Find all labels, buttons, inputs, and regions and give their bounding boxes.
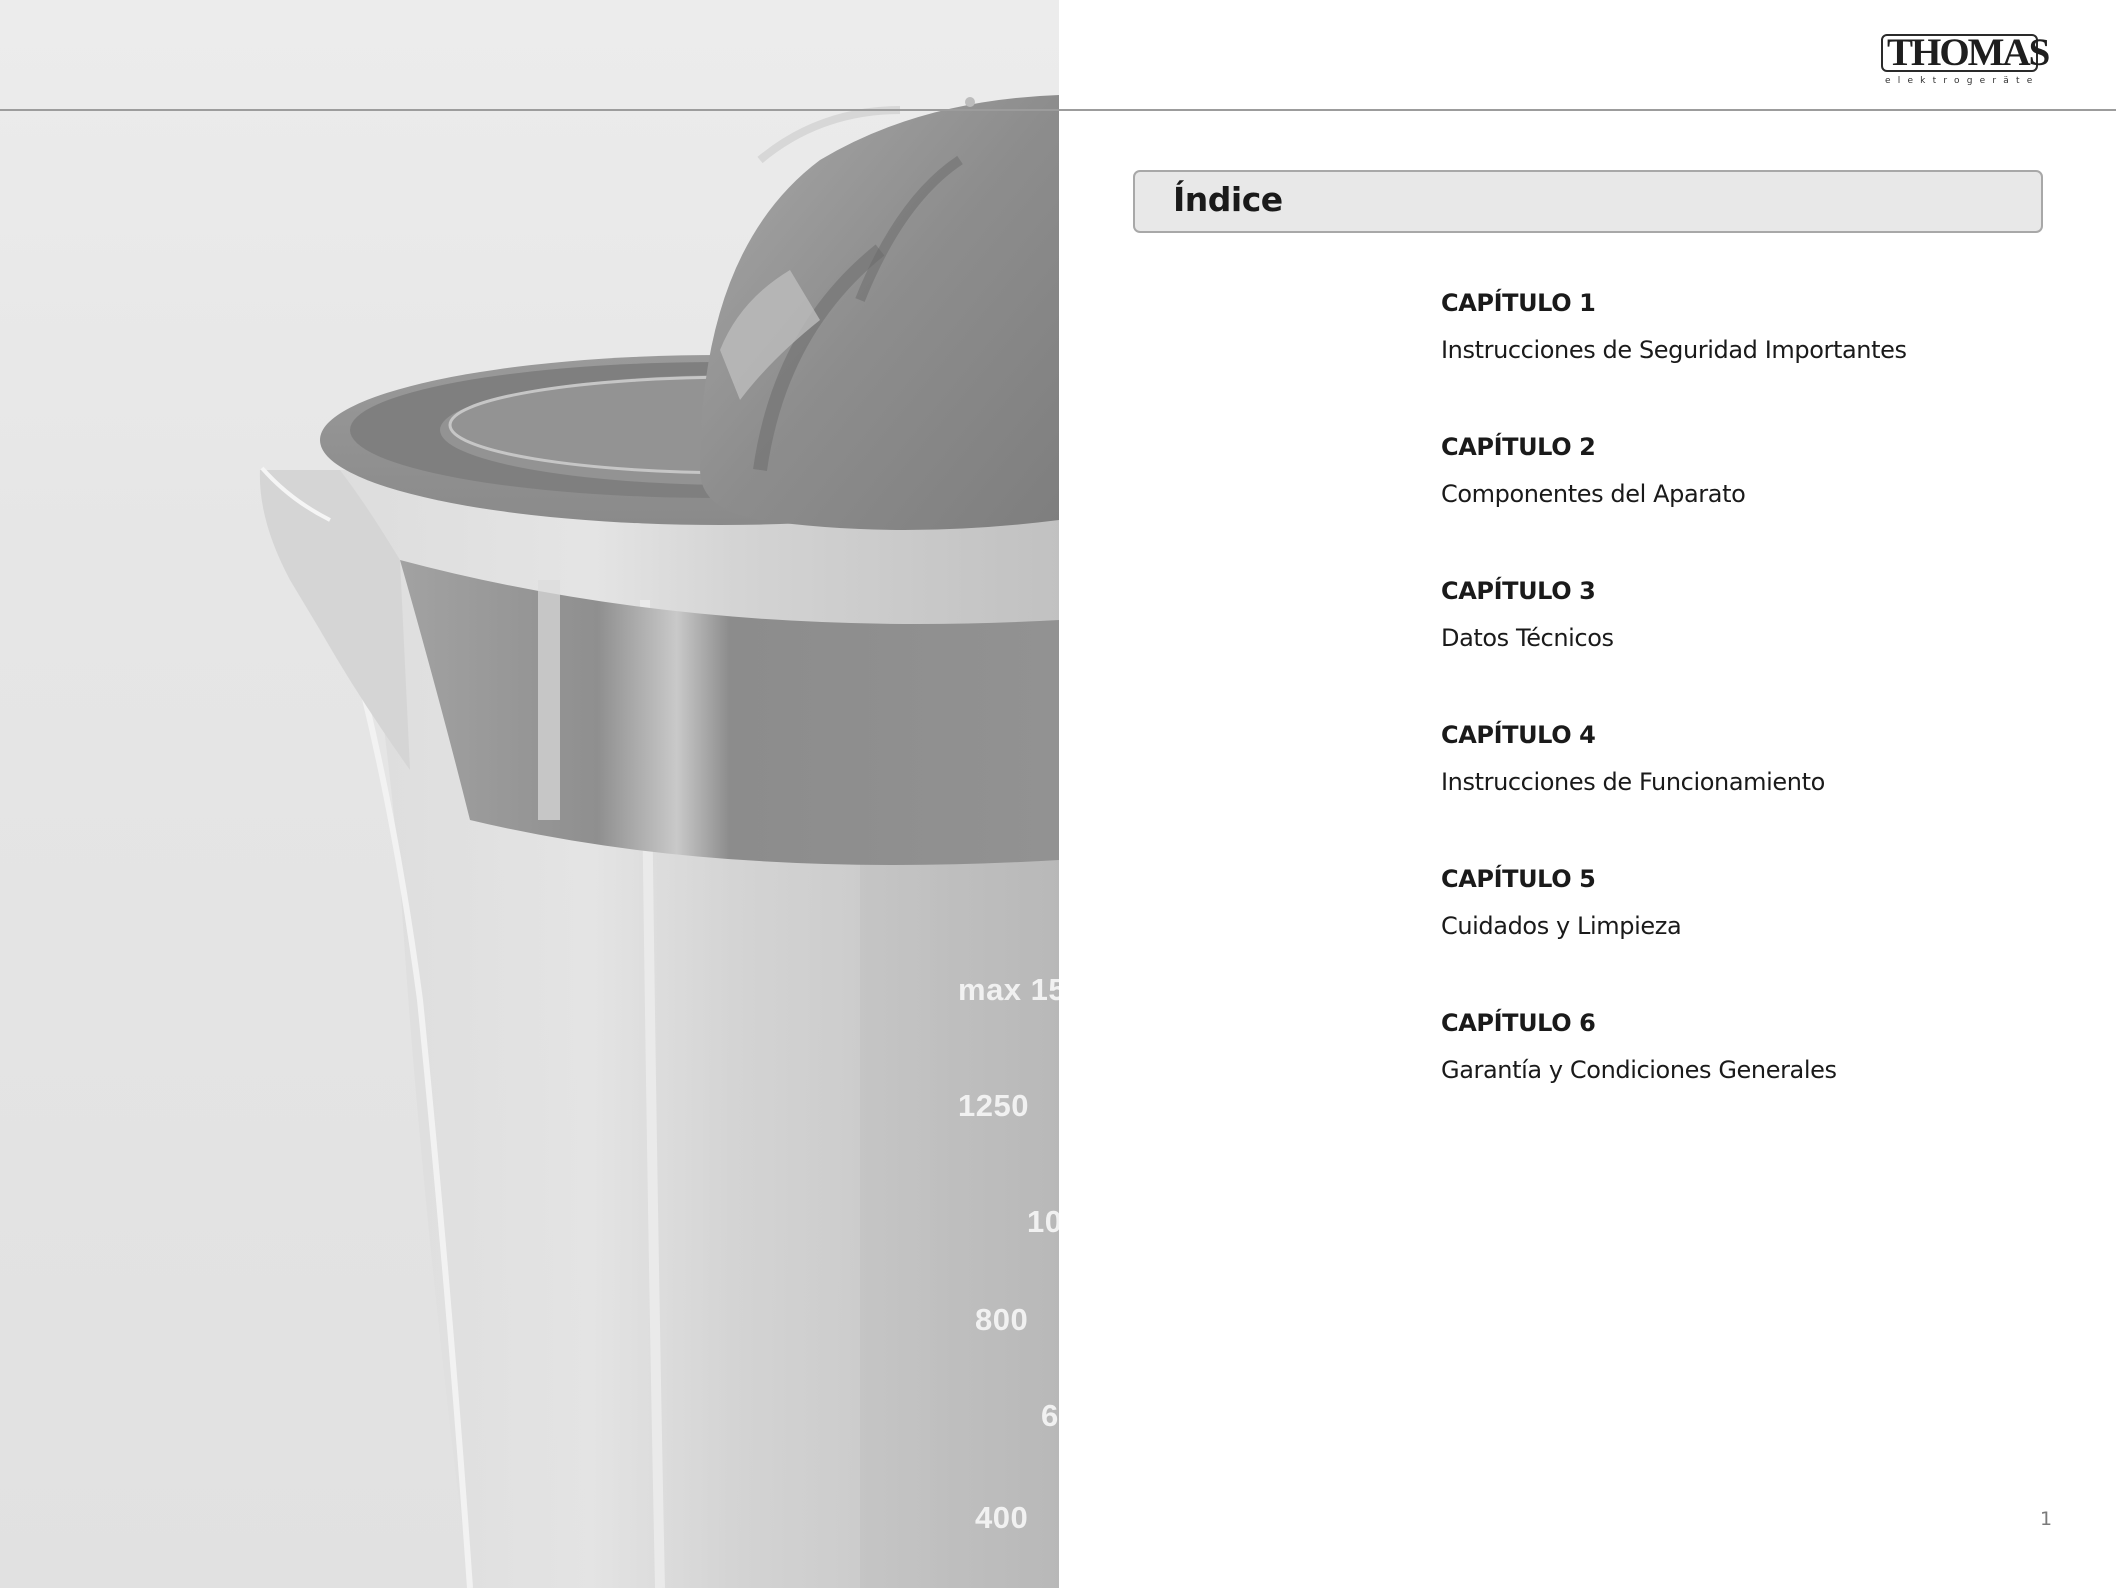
table-of-contents: CAPÍTULO 1 Instrucciones de Seguridad Im… xyxy=(1441,283,2081,1147)
toc-entry-chapter-4[interactable]: CAPÍTULO 4 Instrucciones de Funcionamien… xyxy=(1441,715,2081,859)
manual-page: max 15 1250 10 800 6 400 THOMAS elektrog… xyxy=(0,0,2116,1588)
scale-mark-1250: 1250 xyxy=(958,1088,1029,1123)
page-number: 1 xyxy=(2040,1508,2053,1530)
toc-entry-chapter-5[interactable]: CAPÍTULO 5 Cuidados y Limpieza xyxy=(1441,859,2081,1003)
chapter-label: CAPÍTULO 2 xyxy=(1441,433,1596,461)
chapter-label: CAPÍTULO 4 xyxy=(1441,721,1596,749)
index-title: Índice xyxy=(1173,180,1283,219)
chapter-title: Garantía y Condiciones Generales xyxy=(1441,1056,1837,1084)
product-photo: max 15 1250 10 800 6 400 xyxy=(0,0,1059,1588)
scale-mark-1000: 10 xyxy=(1027,1204,1059,1239)
citrus-juicer-illustration xyxy=(259,95,1059,1588)
chapter-title: Cuidados y Limpieza xyxy=(1441,912,1682,940)
scale-mark-800: 800 xyxy=(975,1302,1029,1337)
chapter-title: Instrucciones de Funcionamiento xyxy=(1441,768,1825,796)
logo-wordmark: THOMAS xyxy=(1887,31,2050,74)
logo-tagline: elektrogeräte xyxy=(1885,76,2040,86)
header-rule xyxy=(0,109,2116,111)
chapter-label: CAPÍTULO 1 xyxy=(1441,289,1596,317)
chapter-title: Instrucciones de Seguridad Importantes xyxy=(1441,336,1907,364)
scale-mark-400: 400 xyxy=(975,1500,1029,1535)
chapter-title: Datos Técnicos xyxy=(1441,624,1614,652)
scale-mark-max: max 15 xyxy=(958,972,1059,1007)
scale-mark-600: 6 xyxy=(1041,1398,1059,1433)
toc-entry-chapter-6[interactable]: CAPÍTULO 6 Garantía y Condiciones Genera… xyxy=(1441,1003,2081,1147)
toc-entry-chapter-2[interactable]: CAPÍTULO 2 Componentes del Aparato xyxy=(1441,427,2081,571)
chapter-label: CAPÍTULO 6 xyxy=(1441,1009,1596,1037)
chapter-label: CAPÍTULO 3 xyxy=(1441,577,1596,605)
toc-entry-chapter-1[interactable]: CAPÍTULO 1 Instrucciones de Seguridad Im… xyxy=(1441,283,2081,427)
toc-entry-chapter-3[interactable]: CAPÍTULO 3 Datos Técnicos xyxy=(1441,571,2081,715)
chapter-title: Componentes del Aparato xyxy=(1441,480,1746,508)
chapter-label: CAPÍTULO 5 xyxy=(1441,865,1596,893)
thomas-logo: THOMAS elektrogeräte xyxy=(1881,32,2050,90)
index-heading-bar: Índice xyxy=(1133,170,2043,233)
